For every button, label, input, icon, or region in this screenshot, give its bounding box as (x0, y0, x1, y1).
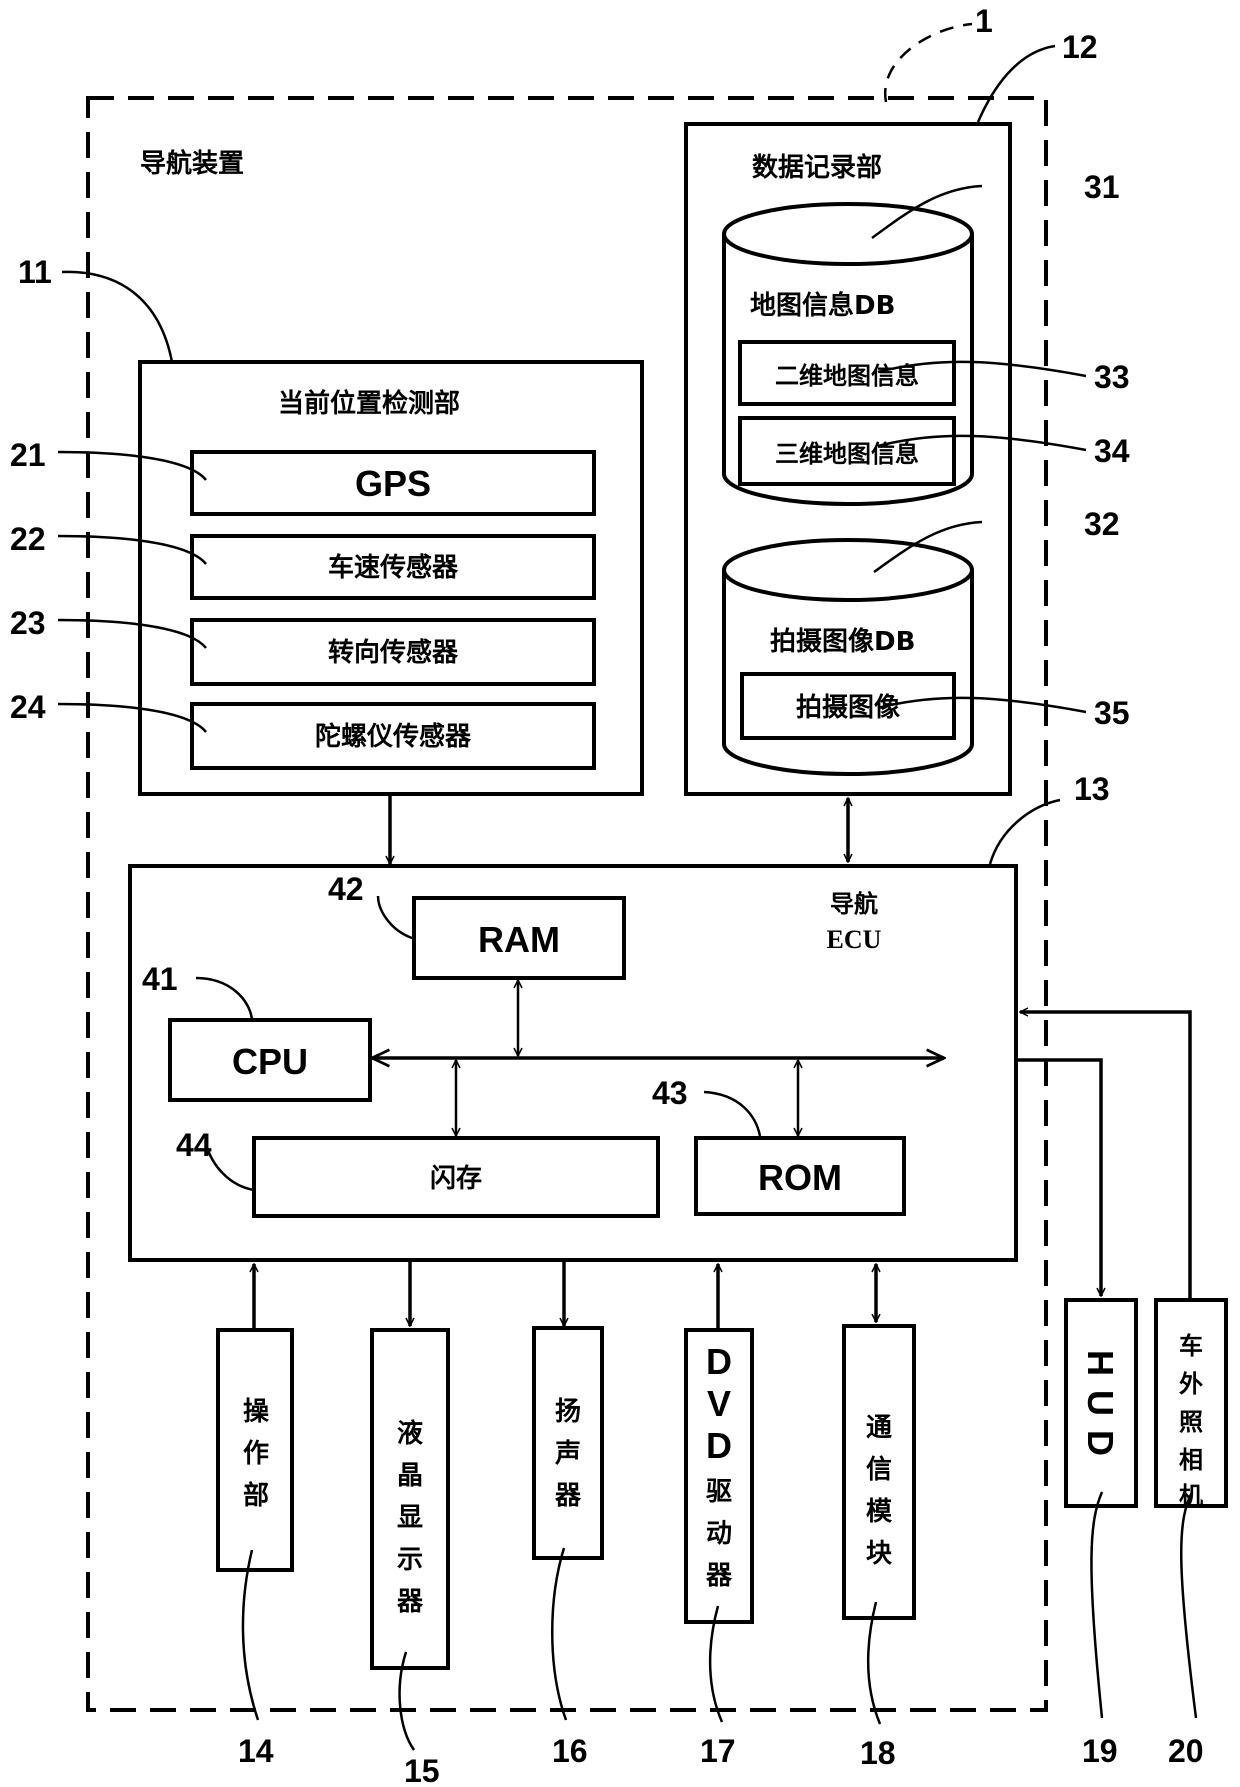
map-3d-info-label: 三维地图信息 (775, 440, 919, 468)
peripheral-camera-char: 相 (1179, 1446, 1203, 1474)
ref-number-24: 24 (10, 689, 46, 725)
peripheral-dvd-char: 动 (706, 1519, 732, 1549)
navigation-device-title: 导航装置 (140, 148, 244, 179)
ref-number-1: 1 (975, 3, 993, 39)
sensor-steering-label: 转向传感器 (328, 637, 459, 668)
peripheral-lcd-char: 示 (397, 1545, 423, 1575)
ref-number-31: 31 (1084, 169, 1120, 205)
peripheral-comm-module: 通 信 模 块 18 (842, 1324, 916, 1771)
peripheral-lcd-char: 晶 (397, 1461, 423, 1491)
map-2d-info-label: 二维地图信息 (775, 362, 919, 390)
peripheral-camera-char: 外 (1179, 1370, 1203, 1398)
navigation-device-block-diagram: 导航装置 1 当前位置检测部 11 GPS 21 车速传感器 22 转向传感器 … (10, 3, 1228, 1787)
ref-number-33: 33 (1094, 359, 1130, 395)
peripheral-comm-char: 信 (866, 1455, 892, 1485)
ref-number-12: 12 (1062, 29, 1098, 65)
ref-number-15: 15 (404, 1753, 440, 1787)
ref-leader-20 (1180, 1491, 1198, 1719)
peripheral-speaker-char: 器 (554, 1481, 582, 1511)
ref-number-42: 42 (328, 871, 364, 907)
arrow-ecu-to-hud (1018, 1058, 1101, 1296)
ref-number-14: 14 (238, 1733, 274, 1769)
ref-number-20: 20 (1168, 1733, 1204, 1769)
cpu-label: CPU (232, 1041, 308, 1082)
ref-number-22: 22 (10, 521, 46, 557)
peripheral-lcd-char: 器 (396, 1587, 424, 1617)
peripheral-operation-unit-char: 操 (243, 1397, 270, 1427)
peripheral-comm-char: 模 (866, 1497, 893, 1527)
data-recording-unit-title: 数据记录部 (752, 153, 882, 183)
ref-leader-13 (988, 798, 1061, 865)
ref-leader-18 (866, 1601, 882, 1725)
ref-leader-11 (61, 270, 174, 363)
peripheral-dvd-char: 驱 (706, 1477, 732, 1507)
peripheral-comm-char: 通 (866, 1413, 892, 1443)
peripheral-speaker-char: 声 (555, 1439, 581, 1469)
ref-number-17: 17 (700, 1733, 736, 1769)
captured-image: 拍摄图像 35 (740, 672, 1130, 740)
ref-number-44: 44 (176, 1127, 212, 1163)
peripheral-operation-unit-char: 作 (243, 1439, 269, 1469)
flash-memory-label: 闪存 (430, 1164, 482, 1194)
peripheral-hud-char: H (1080, 1350, 1121, 1376)
navigation-ecu-title-line1: 导航 (830, 890, 878, 918)
captured-image-db-label: 拍摄图像DB (770, 627, 915, 657)
ref-number-11: 11 (18, 254, 52, 290)
peripheral-hud-char: D (1080, 1430, 1121, 1456)
ref-leader-16 (551, 1547, 568, 1721)
peripheral-operation-unit: 操 作 部 14 (216, 1328, 294, 1769)
rom-label: ROM (758, 1157, 842, 1198)
peripheral-lcd-char: 液 (397, 1419, 423, 1449)
peripheral-lcd-char: 显 (397, 1503, 423, 1533)
ref-leader-19 (1090, 1491, 1104, 1719)
map-2d-info: 二维地图信息 33 (738, 340, 1130, 406)
ref-number-35: 35 (1094, 695, 1130, 731)
current-position-detector-title: 当前位置检测部 (278, 388, 460, 419)
captured-image-label: 拍摄图像 (796, 693, 901, 723)
ref-number-21: 21 (10, 437, 46, 473)
peripheral-dvd-char: 器 (705, 1561, 733, 1591)
peripheral-camera-char: 车 (1179, 1332, 1203, 1360)
peripheral-camera-char: 照 (1179, 1408, 1203, 1436)
peripheral-comm-char: 块 (866, 1539, 892, 1569)
ref-number-16: 16 (552, 1733, 588, 1769)
ram-label: RAM (478, 919, 560, 960)
peripheral-dvd-char: D (706, 1425, 732, 1466)
ref-number-41: 41 (142, 961, 178, 997)
peripheral-hud: H U D 19 (1064, 1298, 1138, 1769)
ref-number-19: 19 (1082, 1733, 1118, 1769)
ref-leader-14 (241, 1549, 260, 1721)
peripheral-speaker: 扬 声 器 16 (532, 1326, 604, 1769)
ref-number-34: 34 (1094, 433, 1130, 469)
ref-number-18: 18 (860, 1735, 896, 1771)
ref-number-32: 32 (1084, 506, 1120, 542)
peripheral-dvd-char: V (707, 1383, 731, 1424)
peripheral-operation-unit-char: 部 (243, 1481, 269, 1511)
ref-number-43: 43 (652, 1075, 688, 1111)
peripheral-dvd-drive: D V D 驱 动 器 17 (684, 1328, 754, 1769)
sensor-vehicle-speed-label: 车速传感器 (328, 552, 459, 583)
ref-leader-1 (883, 22, 973, 103)
peripheral-speaker-char: 扬 (555, 1397, 581, 1427)
map-3d-info: 三维地图信息 34 (738, 416, 1130, 486)
peripheral-external-camera: 车 外 照 相 机 20 (1154, 1298, 1228, 1769)
ref-number-23: 23 (10, 605, 46, 641)
peripheral-dvd-char: D (706, 1341, 732, 1382)
peripheral-lcd-display: 液 晶 显 示 器 15 (370, 1328, 450, 1787)
ref-leader-12 (976, 44, 1056, 123)
map-info-db-label: 地图信息DB (750, 290, 895, 321)
ref-number-13: 13 (1074, 771, 1110, 807)
sensor-gps-label: GPS (355, 463, 431, 504)
peripheral-hud-char: U (1080, 1390, 1121, 1416)
sensor-gyroscope-label: 陀螺仪传感器 (315, 722, 472, 752)
navigation-ecu-title-line2: ECU (827, 925, 882, 954)
